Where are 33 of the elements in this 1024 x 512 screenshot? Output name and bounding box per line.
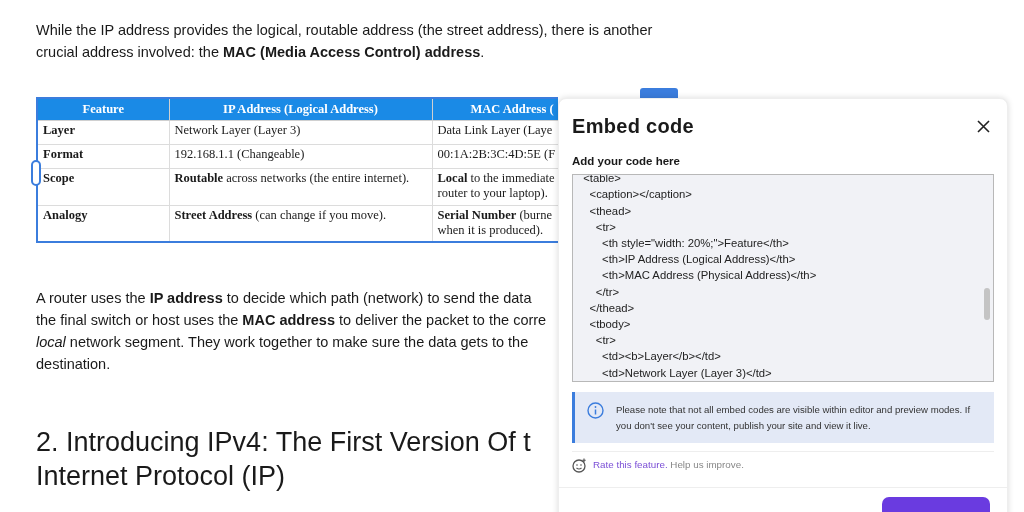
notice-text: Please note that not all embed codes are visible within editor and preview modes. If you don't see your content, publish your site and view it live. xyxy=(616,402,972,433)
code-line: </thead> xyxy=(588,300,635,316)
code-line: <caption></caption> xyxy=(588,187,692,203)
table-cell: Network Layer (Layer 3) xyxy=(169,120,432,144)
section-heading: 2. Introducing IPv4: The First Version Of t Internet Protocol (IP) xyxy=(36,426,531,493)
dialog-title: Embed code xyxy=(572,114,694,139)
intro-paragraph: While the IP address provides the logical, routable address (the street address), there is another crucial address involved: the MAC (Media Access Control) address. xyxy=(36,21,654,62)
code-line: <tr> xyxy=(594,219,616,235)
code-line: </tr> xyxy=(594,284,620,300)
code-line: <td><b>Layer</b></td> xyxy=(601,349,721,365)
field-label: Add your code here xyxy=(571,154,681,169)
code-line: <th>MAC Address (Physical Address)</th> xyxy=(601,268,817,284)
smiley-icon xyxy=(572,458,587,473)
body-paragraph: A router uses the IP address to decide which path (network) to send the data the final switch or host uses the MAC address to deliver the packet to the corre local network segment. They work together to make sure the data gets to the destination. xyxy=(36,289,547,374)
code-line: <td>Network Layer (Layer 3)</td> xyxy=(601,365,772,381)
resize-handle[interactable] xyxy=(31,160,41,186)
code-line: <tbody> xyxy=(588,317,631,333)
table-cell: Routable across networks (the entire internet). xyxy=(169,168,432,205)
code-field[interactable] xyxy=(572,174,994,383)
code-line: <thead> xyxy=(588,203,632,219)
table-cell: Layer xyxy=(37,120,169,144)
info-icon xyxy=(587,402,604,419)
rate-feature-link[interactable]: Rate this feature. xyxy=(593,459,668,471)
code-line: <th style="width: 20%;">Feature</th> xyxy=(601,236,789,252)
table-cell: 192.168.1.1 (Changeable) xyxy=(169,144,432,168)
column-header: Feature xyxy=(37,98,169,120)
column-header: IP Address (Logical Address) xyxy=(169,98,432,120)
rate-hint: Help us improve. xyxy=(670,459,744,471)
code-line: <th>IP Address (Logical Address)</th> xyxy=(601,252,796,268)
code-line: <tr> xyxy=(594,333,616,349)
close-button[interactable] xyxy=(975,118,991,134)
scrollbar-thumb[interactable] xyxy=(984,288,990,321)
close-icon xyxy=(976,119,990,133)
